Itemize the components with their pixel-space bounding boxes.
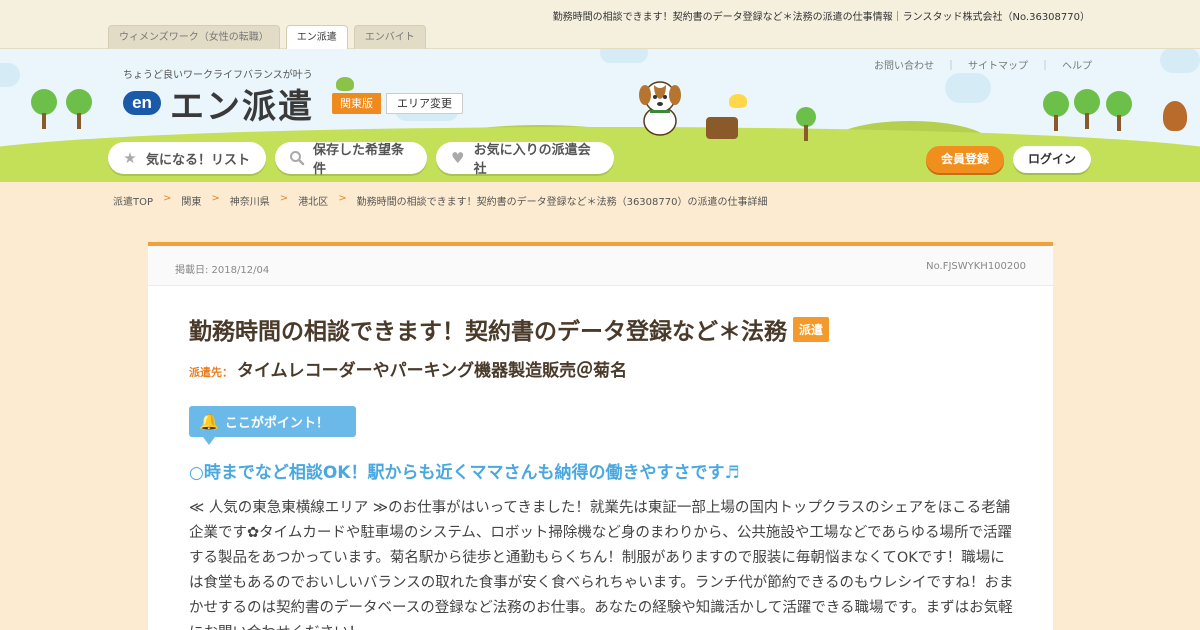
- cloud-decoration: [0, 63, 20, 87]
- bird-icon: [729, 94, 747, 108]
- star-icon: ★: [123, 149, 137, 167]
- breadcrumb: 派遣TOP > 関東 > 神奈川県 > 港北区 > 勤務時間の相談できます！契約…: [113, 193, 767, 208]
- util-separator: ｜: [946, 61, 956, 72]
- breadcrumb-separator: >: [211, 193, 220, 204]
- search-icon: [289, 150, 305, 166]
- tab-en-haken[interactable]: エン派遣: [285, 25, 348, 50]
- stump-decoration: [706, 117, 738, 139]
- breadcrumb-separator: >: [163, 193, 172, 204]
- job-title-text: 勤務時間の相談できます！契約書のデータ登録など＊法務: [189, 319, 787, 345]
- breadcrumb-item[interactable]: 関東: [181, 193, 201, 208]
- dispatch-destination: 派遣先： タイムレコーダーやパーキング機器製造販売＠菊名: [189, 356, 627, 381]
- util-separator: ｜: [1040, 61, 1050, 72]
- breadcrumb-item[interactable]: 港北区: [298, 193, 328, 208]
- destination-value: タイムレコーダーやパーキング機器製造販売＠菊名: [237, 361, 628, 381]
- breadcrumb-item[interactable]: 神奈川県: [230, 193, 270, 208]
- tab-womens-work[interactable]: ウィメンズワーク（女性の転職）: [108, 25, 280, 49]
- job-type-tag: 派遣: [793, 316, 830, 342]
- site-header: ちょうど良いワークライフバランスが叶う en エン派遣 関東版 エリア変更 お問…: [0, 49, 1200, 182]
- point-badge-label: ここがポイント！: [224, 416, 329, 431]
- tree-decoration: [1106, 91, 1132, 131]
- cloud-decoration: [945, 73, 991, 103]
- tree-decoration: [66, 89, 92, 129]
- login-button[interactable]: ログイン: [1013, 146, 1091, 173]
- job-title: 勤務時間の相談できます！契約書のデータ登録など＊法務 派遣: [189, 312, 830, 346]
- top-strip: 勤務時間の相談できます！契約書のデータ登録など＊法務の派遣の仕事情報｜ランスタッ…: [0, 0, 1200, 50]
- breadcrumb-item[interactable]: 派遣TOP: [113, 193, 153, 208]
- nav-watch-list-label: 気になる！リスト: [146, 152, 251, 168]
- nav-saved-conditions[interactable]: 保存した希望条件: [275, 142, 427, 177]
- heart-icon: ♥: [451, 149, 465, 167]
- breadcrumb-separator: >: [338, 193, 347, 204]
- breadcrumb-current: 勤務時間の相談できます！契約書のデータ登録など＊法務（36308770）の派遣の…: [356, 197, 768, 208]
- job-detail-card: 掲載日: 2018/12/04 No.FJSWYKH100200 勤務時間の相談…: [148, 242, 1053, 630]
- bell-icon: 🔔: [199, 412, 219, 431]
- region-badge: 関東版: [332, 93, 381, 114]
- tree-decoration: [796, 107, 816, 141]
- nav-favorite-agencies-label: お気に入りの派遣会社: [473, 143, 591, 177]
- nav-saved-conditions-label: 保存した希望条件: [313, 143, 405, 177]
- en-logo-mark[interactable]: en: [123, 91, 161, 115]
- job-meta-bar: 掲載日: 2018/12/04 No.FJSWYKH100200: [148, 246, 1053, 286]
- breadcrumb-separator: >: [279, 193, 289, 204]
- cloud-decoration: [600, 49, 648, 63]
- dog-mascot-icon: [639, 81, 681, 136]
- catch-copy: ○時までなど相談OK！駅からも近くママさんも納得の働きやすさです♬: [189, 463, 740, 483]
- job-description: ≪ 人気の東急東横線エリア ≫のお仕事がはいってきました！就業先は東証一部上場の…: [189, 500, 1014, 630]
- point-badge: 🔔 ここがポイント！: [189, 406, 356, 445]
- area-change-button[interactable]: エリア変更: [386, 93, 463, 114]
- tree-decoration: [1074, 89, 1100, 129]
- cloud-decoration: [1160, 49, 1200, 73]
- squirrel-icon: [1163, 101, 1187, 131]
- tree-decoration: [31, 89, 57, 129]
- site-tabs: ウィメンズワーク（女性の転職） エン派遣 エンバイト: [108, 25, 426, 50]
- destination-label: 派遣先：: [189, 366, 233, 379]
- nav-watch-list[interactable]: ★ 気になる！リスト: [108, 142, 266, 174]
- job-number: No.FJSWYKH100200: [926, 261, 1026, 272]
- posted-date: 掲載日: 2018/12/04: [175, 265, 270, 276]
- sitemap-link[interactable]: サイトマップ: [968, 57, 1028, 72]
- utility-links: お問い合わせ ｜ サイトマップ ｜ ヘルプ: [874, 57, 1092, 72]
- help-link[interactable]: ヘルプ: [1062, 57, 1092, 72]
- register-button[interactable]: 会員登録: [926, 146, 1004, 173]
- tree-decoration: [1043, 91, 1069, 131]
- page-title: 勤務時間の相談できます！契約書のデータ登録など＊法務の派遣の仕事情報｜ランスタッ…: [552, 12, 1090, 23]
- tab-en-baito[interactable]: エンバイト: [353, 25, 426, 49]
- site-logo[interactable]: エン派遣: [170, 79, 314, 128]
- nav-favorite-agencies[interactable]: ♥ お気に入りの派遣会社: [436, 142, 614, 177]
- bird-icon: [336, 77, 354, 91]
- contact-link[interactable]: お問い合わせ: [874, 57, 934, 72]
